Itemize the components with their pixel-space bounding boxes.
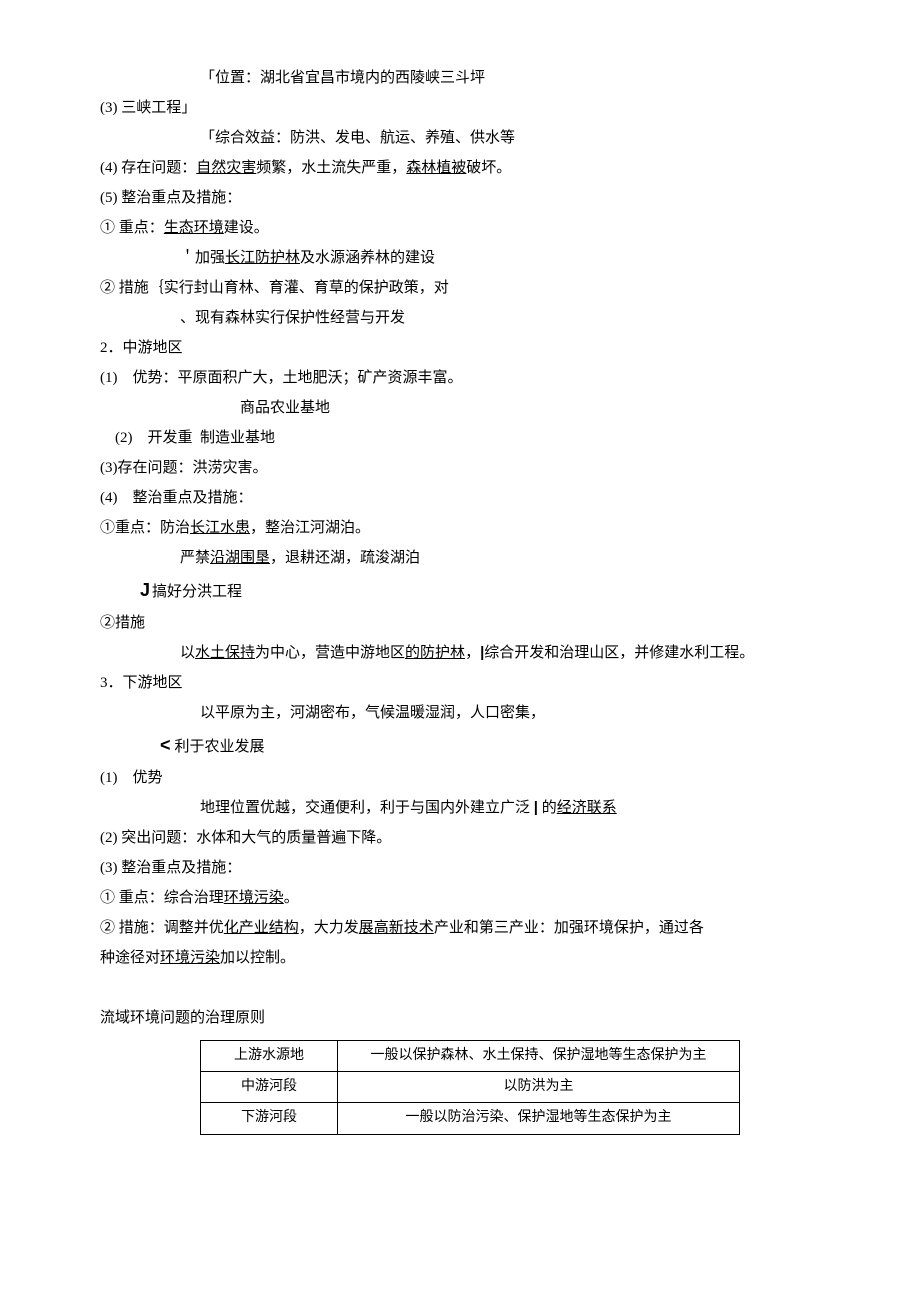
downstream-adv-3a: 地理位置优越，交通便利，利于与国内外建立广泛	[200, 800, 534, 816]
downstream-3-2c: 产业和第三产业：加强环境保护，通过各	[434, 920, 704, 936]
item-5-1: ① 重点：生态环境建设。	[100, 216, 820, 240]
item-5-header: (5) 整治重点及措施：	[100, 186, 820, 210]
downstream-3: (3) 整治重点及措施：	[100, 856, 820, 880]
midstream-4-1: ①重点：防治长江水患，整治江河湖泊。	[100, 516, 820, 540]
midstream-4-m3d: 综合开发和治理山区，并修建水利工程。	[484, 645, 754, 661]
downstream-3-2d: 种途径对	[100, 950, 160, 966]
table-row: 上游水源地 一般以保护森林、水土保持、保护湿地等生态保护为主	[201, 1040, 740, 1071]
table-cell-r1c2: 一般以保护森林、水土保持、保护湿地等生态保护为主	[338, 1040, 740, 1071]
downstream-3-2-line2: 种途径对环境污染加以控制。	[100, 946, 820, 970]
downstream-1: (1) 优势	[100, 766, 820, 790]
downstream-header: 3．下游地区	[100, 671, 820, 695]
issue-4-underline-1: 自然灾害	[196, 160, 256, 176]
table-cell-r2c2: 以防洪为主	[338, 1071, 740, 1102]
downstream-3-2-line1: ② 措施：调整并优化产业结构，大力发展高新技术产业和第三产业：加强环境保护，通过…	[100, 916, 820, 940]
item-5-2-line-a: ＇加强长江防护林及水源涵养林的建设	[100, 246, 820, 270]
downstream-adv-1: 以平原为主，河湖密布，气候温暖湿润，人口密集，	[100, 701, 820, 725]
item-5-2a-underline: 长江防护林	[225, 250, 300, 266]
midstream-4-measure-label: ②措施	[100, 611, 820, 635]
midstream-2a: (2) 开发重	[100, 430, 193, 446]
midstream-4-m3u2: 的防护林	[405, 645, 465, 661]
table-row: 中游河段 以防洪为主	[201, 1071, 740, 1102]
midstream-header: 2．中游地区	[100, 336, 820, 360]
downstream-3-1u: 环境污染	[224, 890, 284, 906]
downstream-adv-3b: 的	[538, 800, 557, 816]
lt-symbol: <	[160, 731, 171, 760]
item-5-1-prefix: ① 重点：	[100, 220, 164, 236]
sanxia-benefits: 「综合效益：防洪、发电、航运、养殖、供水等	[100, 126, 820, 150]
midstream-4-m1a: 严禁	[180, 550, 210, 566]
midstream-4-m1u: 沿湖围垦	[210, 550, 270, 566]
issue-4: (4) 存在问题：自然灾害频繁，水土流失严重，森林植被破坏。	[100, 156, 820, 180]
midstream-4-measure-2: J搞好分洪工程	[100, 576, 820, 605]
issue-4-mid: 频繁，水土流失严重，	[256, 160, 406, 176]
downstream-3-2u2: 展高新技术	[359, 920, 434, 936]
item-5-1-underline: 生态环境	[164, 220, 224, 236]
midstream-1b: 商品农业基地	[100, 396, 820, 420]
midstream-4-1u: 长江水患	[190, 520, 250, 536]
table-cell-r2c1: 中游河段	[201, 1071, 338, 1102]
midstream-4-m3a: 以	[180, 645, 195, 661]
table-cell-r3c2: 一般以防治污染、保护湿地等生态保护为主	[338, 1103, 740, 1134]
principle-header: 流域环境问题的治理原则	[100, 1006, 820, 1030]
downstream-3-1: ① 重点：综合治理环境污染。	[100, 886, 820, 910]
midstream-4-1b: ，整治江河湖泊。	[250, 520, 370, 536]
item-5-2-line-b: ② 措施｛实行封山育林、育灌、育草的保护政策，对	[100, 276, 820, 300]
midstream-4: (4) 整治重点及措施：	[100, 486, 820, 510]
item-5-2a-pre: ＇加强	[180, 250, 225, 266]
issue-4-underline-2: 森林植被	[406, 160, 466, 176]
downstream-adv-2: <利于农业发展	[100, 731, 820, 760]
j-symbol: J	[140, 580, 150, 600]
midstream-4-measure-3: 以水土保持为中心，营造中游地区的防护林，|综合开发和治理山区，并修建水利工程。	[100, 641, 820, 665]
downstream-3-2u1: 化产业结构	[224, 920, 299, 936]
midstream-4-measure-1: 严禁沿湖围垦，退耕还湖，疏浚湖泊	[100, 546, 820, 570]
downstream-adv-2-text: 利于农业发展	[175, 739, 265, 755]
midstream-4-m3u1: 水土保持	[195, 645, 255, 661]
downstream-adv-3u: 经济联系	[557, 800, 617, 816]
midstream-4-m1b: ，退耕还湖，疏浚湖泊	[270, 550, 420, 566]
downstream-3-2u3: 环境污染	[160, 950, 220, 966]
midstream-2: (2) 开发重 制造业基地	[100, 426, 820, 450]
downstream-3-2b: ，大力发	[299, 920, 359, 936]
table-cell-r3c1: 下游河段	[201, 1103, 338, 1134]
midstream-4-m3c: ，	[465, 645, 480, 661]
sanxia-project-label: (3) 三峡工程」	[100, 96, 820, 120]
table-cell-r1c1: 上游水源地	[201, 1040, 338, 1071]
principle-table: 上游水源地 一般以保护森林、水土保持、保护湿地等生态保护为主 中游河段 以防洪为…	[200, 1040, 740, 1135]
midstream-1: (1) 优势：平原面积广大，土地肥沃；矿产资源丰富。	[100, 366, 820, 390]
downstream-3-2e: 加以控制。	[220, 950, 295, 966]
midstream-4-m3b: 为中心，营造中游地区	[255, 645, 405, 661]
downstream-3-1b: 。	[284, 890, 299, 906]
downstream-adv-3: 地理位置优越，交通便利，利于与国内外建立广泛 | 的经济联系	[100, 796, 820, 820]
downstream-3-2a: ② 措施：调整并优	[100, 920, 224, 936]
sanxia-location: 「位置：湖北省宜昌市境内的西陵峡三斗坪	[100, 66, 820, 90]
issue-4-suffix: 破坏。	[466, 160, 511, 176]
item-5-2-line-c: 、现有森林实行保护性经营与开发	[100, 306, 820, 330]
downstream-3-1a: ① 重点：综合治理	[100, 890, 224, 906]
table-row: 下游河段 一般以防治污染、保护湿地等生态保护为主	[201, 1103, 740, 1134]
issue-4-prefix: (4) 存在问题：	[100, 160, 196, 176]
midstream-3: (3)存在问题：洪涝灾害。	[100, 456, 820, 480]
item-5-2a-post: 及水源涵养林的建设	[300, 250, 435, 266]
midstream-2b: 制造业基地	[200, 430, 275, 446]
item-5-1-suffix: 建设。	[224, 220, 269, 236]
midstream-4-m2-text: 搞好分洪工程	[152, 584, 242, 600]
downstream-2: (2) 突出问题：水体和大气的质量普遍下降。	[100, 826, 820, 850]
midstream-4-1a: ①重点：防治	[100, 520, 190, 536]
